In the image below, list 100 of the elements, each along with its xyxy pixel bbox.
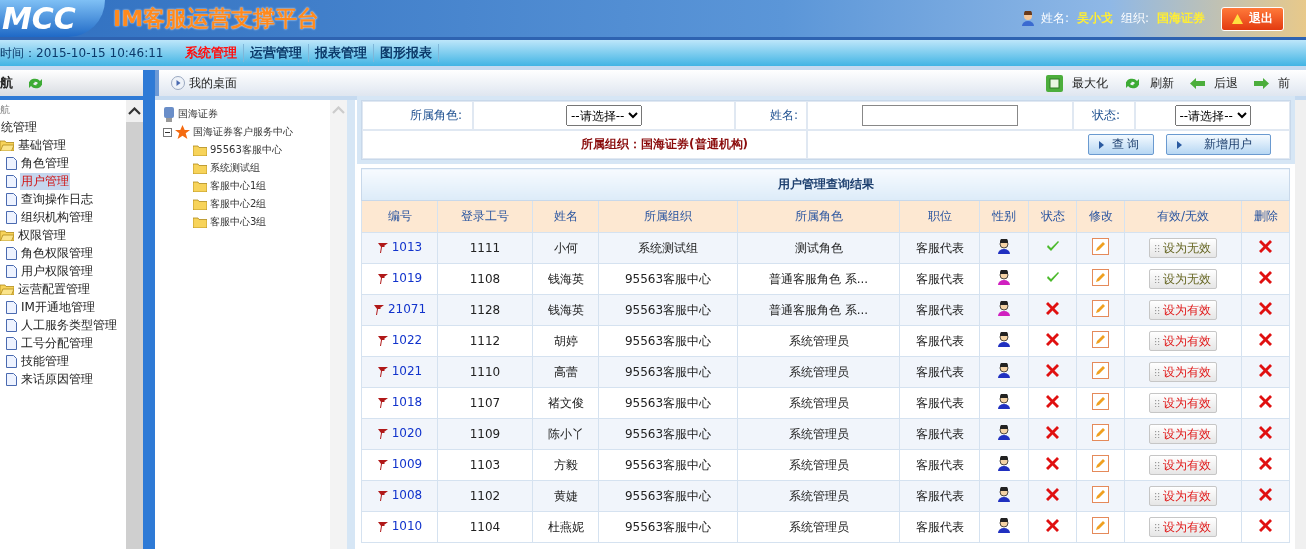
name-field[interactable] — [862, 105, 1018, 126]
delete-icon[interactable] — [1259, 333, 1272, 346]
edit-icon[interactable] — [1092, 238, 1109, 255]
delete-icon[interactable] — [1259, 488, 1272, 501]
tree-item[interactable]: 权限管理 — [17, 226, 67, 244]
table-cell: 陈小丫 — [547, 426, 584, 441]
toggle-button[interactable]: 设为有效 — [1149, 455, 1217, 475]
grip-icon — [1155, 275, 1160, 283]
folder-icon — [193, 198, 207, 210]
collapse-icon[interactable] — [163, 127, 172, 137]
menu-tab[interactable]: 图形报表 — [374, 44, 440, 62]
tree-item[interactable]: 查询操作日志 — [20, 190, 94, 208]
logo: MCC — [0, 0, 105, 37]
toggle-button[interactable]: 设为无效 — [1149, 269, 1217, 289]
tree-item[interactable]: 基础管理 — [17, 136, 67, 154]
grip-icon — [1155, 306, 1160, 314]
user-id-link[interactable]: 1008 — [391, 488, 423, 503]
flag-icon — [376, 334, 389, 346]
user-id-link[interactable]: 1009 — [391, 457, 423, 472]
scroll-up-icon[interactable] — [128, 107, 141, 115]
column-header: 姓名 — [553, 209, 578, 223]
toolbar-action[interactable]: 最大化 — [1046, 74, 1108, 92]
tree-item[interactable]: 统管理 — [0, 118, 38, 136]
user-id-link[interactable]: 1013 — [391, 240, 423, 255]
tree-item[interactable]: 工号分配管理 — [20, 334, 94, 352]
edit-icon[interactable] — [1092, 269, 1109, 286]
edit-icon[interactable] — [1092, 455, 1109, 472]
toggle-button[interactable]: 设为有效 — [1149, 300, 1217, 320]
delete-icon[interactable] — [1259, 302, 1272, 315]
edit-icon[interactable] — [1092, 331, 1109, 348]
toolbar-action[interactable]: 刷新 — [1124, 74, 1174, 92]
tree-item[interactable]: 角色权限管理 — [20, 244, 94, 262]
status-select[interactable]: --请选择-- — [1174, 105, 1251, 126]
user-id-link[interactable]: 1020 — [391, 426, 423, 441]
right-arrow-icon — [1254, 77, 1269, 89]
edit-icon[interactable] — [1092, 517, 1109, 534]
user-id-link[interactable]: 1018 — [391, 395, 423, 410]
toggle-button[interactable]: 设为有效 — [1149, 424, 1217, 444]
user-id-link[interactable]: 1019 — [391, 271, 423, 286]
desktop-tab[interactable]: 我的桌面 — [189, 74, 237, 92]
toggle-button[interactable]: 设为有效 — [1149, 517, 1217, 537]
delete-icon[interactable] — [1259, 271, 1272, 284]
tree-item[interactable]: 95563客服中心 — [210, 143, 282, 157]
tree-item[interactable]: 客服中心1组 — [210, 179, 267, 193]
toggle-button[interactable]: 设为有效 — [1149, 331, 1217, 351]
tree-item[interactable]: 用户权限管理 — [20, 262, 94, 280]
delete-icon[interactable] — [1259, 426, 1272, 439]
tree-item[interactable]: 国海证券 — [178, 107, 218, 121]
toggle-button[interactable]: 设为无效 — [1149, 238, 1217, 258]
add-user-button[interactable]: 新增用户 — [1166, 134, 1271, 155]
tree-item[interactable]: 人工服务类型管理 — [20, 316, 118, 334]
table-cell: 高蕾 — [553, 364, 578, 379]
menu-tab[interactable]: 运营管理 — [244, 44, 310, 62]
toggle-button[interactable]: 设为有效 — [1149, 362, 1217, 382]
tree-item[interactable]: 客服中心3组 — [210, 215, 267, 229]
tree-item[interactable]: 系统测试组 — [210, 161, 260, 175]
table-cell: 95563客服中心 — [624, 426, 712, 441]
user-id-link[interactable]: 1022 — [391, 333, 423, 348]
user-id-link[interactable]: 1021 — [391, 364, 423, 379]
delete-icon[interactable] — [1259, 395, 1272, 408]
tree-item[interactable]: 运营配置管理 — [17, 280, 91, 298]
user-id-link[interactable]: 1010 — [391, 519, 423, 534]
user-icon — [997, 456, 1011, 471]
tree-item[interactable]: 来话原因管理 — [20, 370, 94, 388]
scrollbar[interactable] — [1295, 100, 1306, 549]
edit-icon[interactable] — [1092, 362, 1109, 379]
tree-item[interactable]: 技能管理 — [20, 352, 70, 370]
tree-item[interactable]: 组织机构管理 — [20, 208, 94, 226]
tree-item[interactable]: 客服中心2组 — [210, 197, 267, 211]
role-select[interactable]: --请选择-- — [566, 105, 642, 126]
page-icon — [6, 300, 17, 314]
edit-icon[interactable] — [1092, 300, 1109, 317]
page-icon — [6, 210, 17, 224]
edit-icon[interactable] — [1092, 393, 1109, 410]
edit-icon[interactable] — [1092, 424, 1109, 441]
table-cell: 1111 — [469, 241, 501, 255]
user-icon — [997, 332, 1011, 347]
delete-icon[interactable] — [1259, 240, 1272, 253]
field-label: 姓名: — [769, 107, 798, 124]
edit-icon[interactable] — [1092, 486, 1109, 503]
toolbar-action[interactable]: 前 — [1254, 74, 1290, 92]
toggle-button[interactable]: 设为有效 — [1149, 393, 1217, 413]
flag-icon — [376, 396, 389, 408]
delete-icon[interactable] — [1259, 457, 1272, 470]
delete-icon[interactable] — [1259, 519, 1272, 532]
menu-tab[interactable]: 报表管理 — [309, 44, 375, 62]
table-cell: 系统管理员 — [788, 519, 849, 534]
toggle-button[interactable]: 设为有效 — [1149, 486, 1217, 506]
tree-item[interactable]: 用户管理 — [20, 172, 70, 190]
warning-icon — [1232, 13, 1243, 24]
delete-icon[interactable] — [1259, 364, 1272, 377]
tree-item[interactable]: 国海证券客户服务中心 — [193, 125, 293, 139]
search-button[interactable]: 查 询 — [1087, 134, 1154, 155]
tree-item[interactable]: IM开通地管理 — [20, 298, 96, 316]
flag-icon — [372, 303, 385, 315]
table-cell: 1109 — [469, 427, 501, 441]
column-header: 编号 — [387, 209, 412, 223]
toolbar-action[interactable]: 后退 — [1190, 74, 1238, 92]
field-label: 所属角色: — [409, 107, 462, 124]
tree-item[interactable]: 角色管理 — [20, 154, 70, 172]
